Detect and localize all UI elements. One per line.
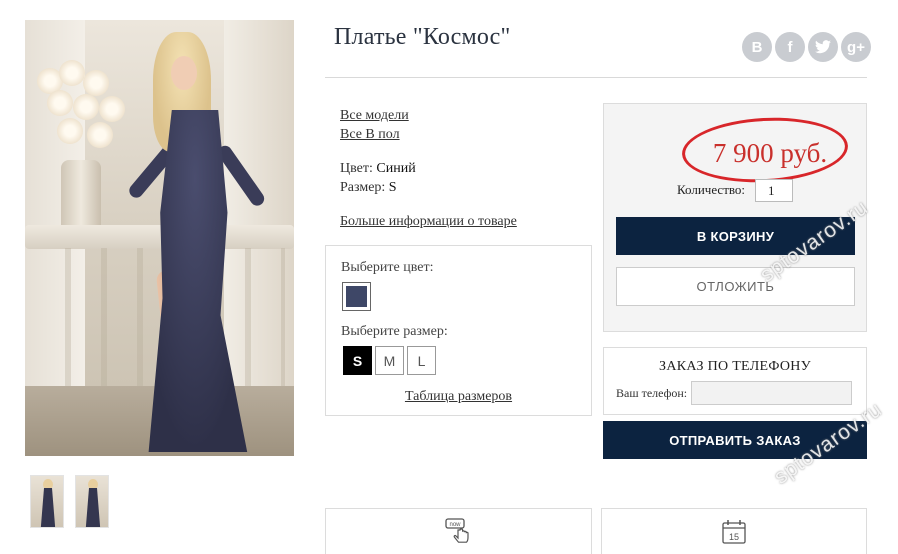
spec-color-value: Синий <box>376 161 416 176</box>
product-thumbnail-2[interactable] <box>75 475 109 528</box>
quantity-label: Количество: <box>677 182 746 197</box>
color-select-label: Выберите цвет: <box>341 260 434 275</box>
svg-text:now: now <box>449 522 461 528</box>
size-select-label: Выберите размер: <box>341 324 448 339</box>
product-thumbnail-1[interactable] <box>30 475 64 528</box>
phone-label: Ваш телефон: <box>616 386 688 400</box>
thumbnail-dress <box>40 488 56 527</box>
quantity-input[interactable]: 1 <box>755 179 793 202</box>
phone-order-panel: ЗАКАЗ ПО ТЕЛЕФОНУ Ваш телефон: <box>603 347 867 415</box>
all-models-link[interactable]: Все модели <box>340 106 517 125</box>
facebook-icon[interactable]: f <box>775 32 805 62</box>
color-swatch-fill <box>346 286 367 307</box>
vk-icon[interactable]: B <box>742 32 772 62</box>
price-highlight-ring <box>680 113 850 187</box>
photo-vase <box>61 160 101 230</box>
product-title: Платье "Космос" <box>334 24 511 50</box>
phone-input[interactable] <box>691 381 852 405</box>
more-info-link[interactable]: Больше информации о товаре <box>340 212 517 231</box>
size-table-link[interactable]: Таблица размеров <box>326 389 591 405</box>
now-hand-icon: now <box>445 518 473 551</box>
twitter-bird-glyph <box>815 40 831 54</box>
photo-model-face <box>171 56 197 90</box>
size-option-m[interactable]: M <box>375 346 404 375</box>
size-option-l[interactable]: L <box>407 346 436 375</box>
save-for-later-button[interactable]: ОТЛОЖИТЬ <box>616 267 855 306</box>
feature-card-left: now <box>325 508 592 554</box>
title-divider <box>325 77 867 78</box>
purchase-panel: 7 900 руб. Количество: 1 В КОРЗИНУ ОТЛОЖ… <box>603 103 867 332</box>
size-option-s[interactable]: S <box>343 346 372 375</box>
spec-color: Цвет: Синий <box>340 159 517 178</box>
product-info: Все модели Все В пол Цвет: Синий Размер:… <box>340 106 517 231</box>
calendar-icon: 15 <box>720 518 748 551</box>
color-swatch[interactable] <box>342 282 371 311</box>
options-panel: Выберите цвет: Выберите размер: S M L Та… <box>325 245 592 416</box>
add-to-cart-button[interactable]: В КОРЗИНУ <box>616 217 855 255</box>
spec-color-label: Цвет: <box>340 161 373 176</box>
photo-flowers <box>33 60 133 170</box>
send-order-button[interactable]: ОТПРАВИТЬ ЗАКАЗ <box>603 421 867 459</box>
feature-card-right: 15 <box>601 508 867 554</box>
spec-size-label: Размер: <box>340 180 386 195</box>
thumbnail-dress <box>85 488 101 527</box>
spec-size: Размер: S <box>340 178 517 197</box>
phone-order-title: ЗАКАЗ ПО ТЕЛЕФОНУ <box>659 359 811 374</box>
product-main-photo[interactable] <box>25 20 294 456</box>
google-plus-icon[interactable]: g+ <box>841 32 871 62</box>
size-options: S M L <box>343 346 436 375</box>
twitter-icon[interactable] <box>808 32 838 62</box>
calendar-day: 15 <box>729 532 739 542</box>
all-in-category-link[interactable]: Все В пол <box>340 125 517 144</box>
social-share: B f g+ <box>742 32 871 62</box>
spec-size-value: S <box>388 180 397 195</box>
photo-table <box>25 225 294 249</box>
